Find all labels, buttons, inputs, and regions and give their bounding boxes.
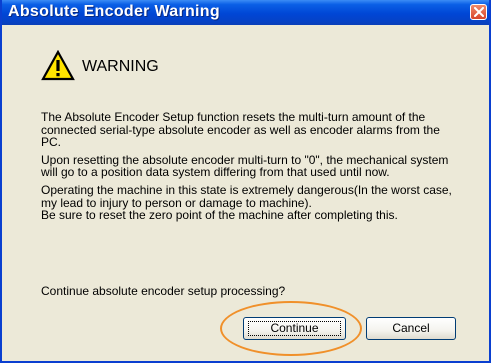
cancel-button-label: Cancel [392, 321, 430, 335]
close-button[interactable] [470, 4, 487, 20]
cancel-button[interactable]: Cancel [366, 317, 456, 340]
message-paragraph-zero-point-clip: Be sure to reset the zero point of the m… [41, 209, 461, 222]
message-paragraph-reset: The Absolute Encoder Setup function rese… [41, 110, 440, 150]
message-paragraph-danger: Operating the machine in this state is e… [41, 182, 452, 210]
close-icon [474, 7, 484, 17]
title-bar[interactable]: Absolute Encoder Warning [2, 0, 489, 25]
warning-message: The Absolute Encoder Setup function rese… [41, 111, 461, 222]
warning-title: WARNING [82, 58, 159, 75]
continue-button-label: Continue [270, 321, 319, 335]
message-paragraph-zero-point: Be sure to reset the zero point of the m… [41, 209, 398, 223]
continue-question: Continue absolute encoder setup processi… [41, 284, 286, 298]
dialog-title: Absolute Encoder Warning [8, 3, 220, 20]
continue-button[interactable]: Continue [243, 317, 346, 340]
message-paragraph-multiturn: Upon resetting the absolute encoder mult… [41, 152, 449, 180]
warning-triangle-icon [41, 50, 75, 81]
warning-dialog: Absolute Encoder Warning WARNING The Abs… [0, 0, 491, 363]
